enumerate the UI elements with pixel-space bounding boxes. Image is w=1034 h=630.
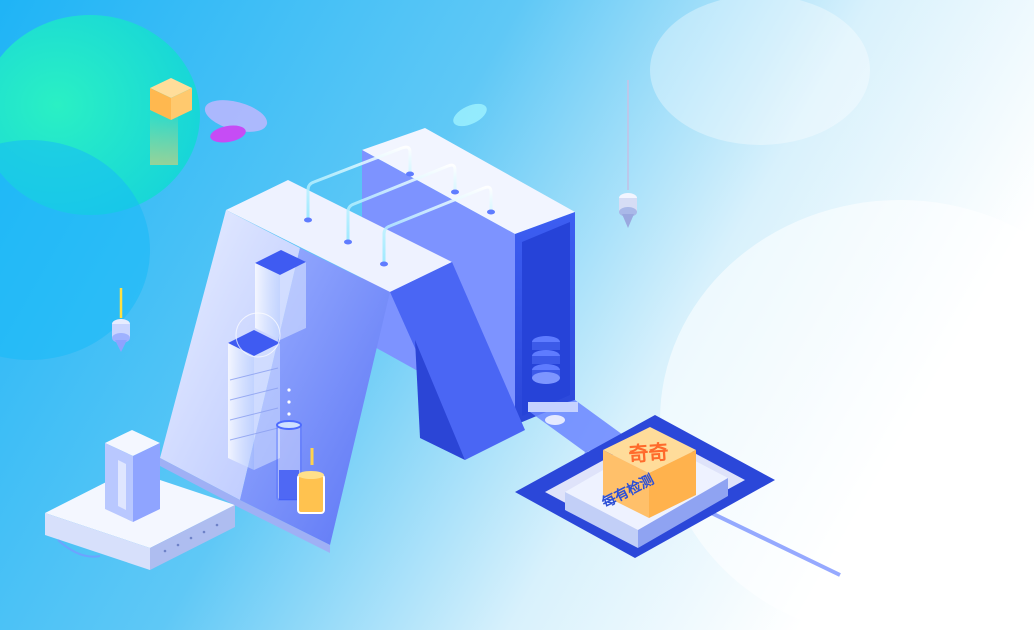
isometric-lab-illustration: 奇奇 每有检测 — [0, 0, 1034, 630]
light-blob-right — [650, 0, 870, 145]
illustration-scene: 奇奇 每有检测 — [0, 0, 1034, 630]
stacked-disks-icon — [532, 336, 560, 384]
box-brand-label: 奇奇 — [628, 440, 670, 467]
